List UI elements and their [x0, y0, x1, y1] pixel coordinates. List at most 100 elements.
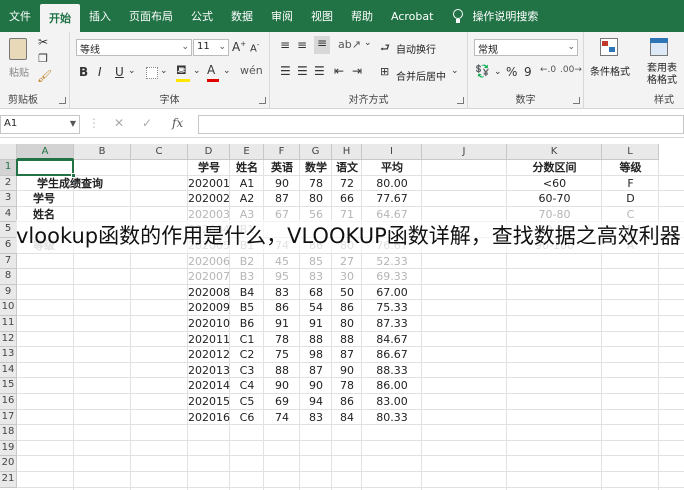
header-cell[interactable]: 姓名	[230, 161, 264, 175]
table-cell[interactable]: 80	[332, 317, 362, 331]
table-cell[interactable]: 66	[332, 192, 362, 206]
cut-icon[interactable]: ✂	[37, 35, 49, 49]
row-header-6[interactable]: 6	[0, 238, 17, 254]
tab-0[interactable]: 文件	[0, 0, 40, 32]
tab-9[interactable]: Acrobat	[382, 0, 442, 32]
row-header-19[interactable]: 19	[0, 440, 17, 457]
table-cell[interactable]: 88	[300, 333, 332, 347]
chevron-down-icon[interactable]: ⌄	[193, 66, 201, 76]
clipboard-launcher-icon[interactable]	[59, 97, 66, 104]
table-cell[interactable]: 202006	[188, 255, 230, 269]
decrease-indent-icon[interactable]: ⇤	[334, 64, 344, 78]
font-size-combo[interactable]: 11 ⌄	[193, 39, 229, 56]
table-cell[interactable]: A2	[230, 192, 264, 206]
tab-4[interactable]: 公式	[182, 0, 222, 32]
confirm-icon[interactable]: ✓	[142, 116, 152, 130]
table-cell[interactable]: A1	[230, 177, 264, 191]
tell-me-search[interactable]: 操作说明搜索	[442, 0, 538, 32]
table-cell[interactable]: C6	[230, 411, 264, 425]
phonetic-icon[interactable]: wén	[240, 64, 263, 77]
table-cell[interactable]: 90	[300, 379, 332, 393]
percent-button[interactable]: %	[506, 65, 517, 79]
table-cell[interactable]: 75	[264, 348, 300, 362]
chevron-down-icon[interactable]: ⌄	[364, 38, 372, 48]
chevron-down-icon[interactable]: ⌄	[223, 66, 231, 76]
table-cell[interactable]: 75.33	[362, 301, 422, 315]
table-cell[interactable]: 30	[332, 270, 362, 284]
conditional-format-icon[interactable]	[596, 36, 622, 60]
row-header-12[interactable]: 12	[0, 331, 17, 348]
table-cell[interactable]: 88	[332, 333, 362, 347]
table-cell[interactable]: C4	[230, 379, 264, 393]
table-cell[interactable]: 45	[264, 255, 300, 269]
border-icon[interactable]	[146, 67, 158, 79]
column-header-D[interactable]: D	[188, 144, 230, 160]
tab-6[interactable]: 审阅	[262, 0, 302, 32]
table-cell[interactable]: 83.00	[362, 395, 422, 409]
column-header-F[interactable]: F	[264, 144, 300, 160]
fill-handle[interactable]	[71, 172, 76, 178]
table-cell[interactable]: 202014	[188, 379, 230, 393]
table-cell[interactable]: B4	[230, 286, 264, 300]
tab-2[interactable]: 插入	[80, 0, 120, 32]
font-color-icon[interactable]: A	[207, 63, 219, 82]
orientation-icon[interactable]: ab↗	[338, 38, 361, 51]
copy-icon[interactable]: ❐	[37, 52, 49, 66]
table-cell[interactable]: 86.67	[362, 348, 422, 362]
paste-button[interactable]: 粘贴	[6, 36, 32, 79]
table-cell[interactable]: 27	[332, 255, 362, 269]
merge-center-label[interactable]: 合并后居中	[396, 68, 446, 83]
font-name-combo[interactable]: 等线 ⌄	[76, 39, 192, 56]
column-header-G[interactable]: G	[300, 144, 332, 160]
table-cell[interactable]: 69	[264, 395, 300, 409]
fill-color-icon[interactable]: ⛾	[176, 63, 190, 82]
name-box[interactable]: A1 ▼	[0, 115, 80, 134]
row-header-13[interactable]: 13	[0, 347, 17, 363]
table-cell[interactable]: 52.33	[362, 255, 422, 269]
table-cell[interactable]: 68	[300, 286, 332, 300]
align-left-icon[interactable]: ☰	[280, 64, 291, 78]
currency-icon[interactable]: 💱	[475, 64, 490, 78]
table-cell[interactable]: 87	[332, 348, 362, 362]
column-header-L[interactable]: L	[602, 144, 659, 160]
align-middle-icon[interactable]: ≡	[297, 38, 307, 52]
range-cell[interactable]: F	[602, 177, 659, 191]
row-header-20[interactable]: 20	[0, 456, 17, 472]
format-painter-icon[interactable]: 🖌	[37, 69, 52, 83]
table-cell[interactable]: 94	[300, 395, 332, 409]
number-launcher-icon[interactable]	[573, 97, 580, 104]
row-header-18[interactable]: 18	[0, 425, 17, 441]
conditional-format-button[interactable]: 条件格式	[590, 63, 630, 78]
insert-function-icon[interactable]: fx	[172, 116, 183, 130]
table-cell[interactable]: 50	[332, 286, 362, 300]
column-header-B[interactable]: B	[74, 144, 131, 160]
decrease-decimal-icon[interactable]: .00→	[560, 65, 582, 75]
table-cell[interactable]: C5	[230, 395, 264, 409]
column-header-K[interactable]: K	[507, 144, 602, 160]
table-cell[interactable]: 78	[264, 333, 300, 347]
tab-8[interactable]: 帮助	[342, 0, 382, 32]
table-cell[interactable]: 54	[300, 301, 332, 315]
comma-style-button[interactable]: 9	[524, 65, 532, 79]
table-cell[interactable]: 202009	[188, 301, 230, 315]
table-cell[interactable]: 91	[264, 317, 300, 331]
row-header-15[interactable]: 15	[0, 378, 17, 394]
table-cell[interactable]: 202016	[188, 411, 230, 425]
header-cell[interactable]: 分数区间	[507, 161, 602, 175]
table-cell[interactable]: 83	[300, 270, 332, 284]
wrap-text-icon[interactable]: ⮐	[380, 39, 390, 58]
table-cell[interactable]: B5	[230, 301, 264, 315]
spreadsheet-grid[interactable]: A B C D E F G H I J K L 1 2 3 4 5 6 7 8 9 10 11 12 13 14 15 16 17 18 1…	[0, 144, 684, 490]
table-cell[interactable]: B3	[230, 270, 264, 284]
row-header-10[interactable]: 10	[0, 300, 17, 316]
row-header-7[interactable]: 7	[0, 253, 17, 270]
row-header-16[interactable]: 16	[0, 394, 17, 410]
table-cell[interactable]: 88	[264, 364, 300, 378]
table-cell[interactable]: 202013	[188, 364, 230, 378]
table-cell[interactable]: 69.33	[362, 270, 422, 284]
table-cell[interactable]: 77.67	[362, 192, 422, 206]
table-cell[interactable]: 90	[264, 177, 300, 191]
table-cell[interactable]: 86	[264, 301, 300, 315]
table-cell[interactable]: 202010	[188, 317, 230, 331]
alignment-launcher-icon[interactable]	[457, 97, 464, 104]
